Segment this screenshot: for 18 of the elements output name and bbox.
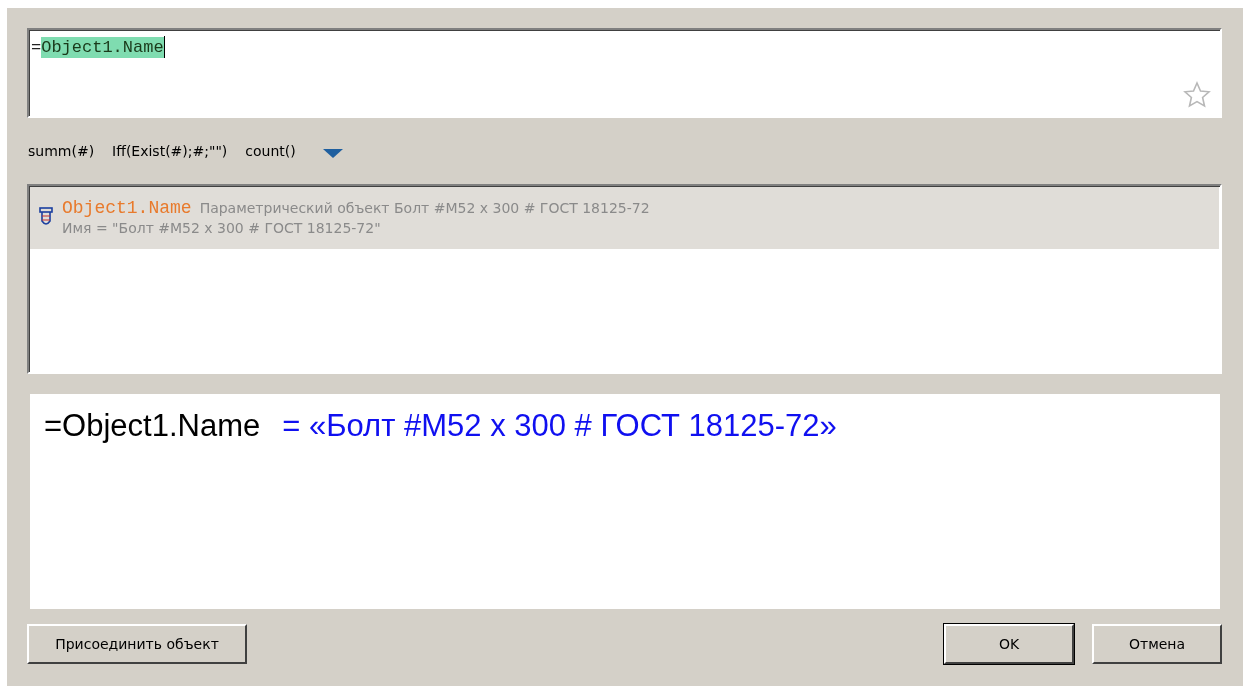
preview-result: = «Болт #M52 x 300 # ГОСТ 18125-72» — [282, 408, 837, 444]
dialog-button[interactable]: Присоединить объект — [27, 624, 247, 664]
object-value: Имя = "Болт #M52 x 300 # ГОСТ 18125-72" — [62, 220, 382, 236]
preview-expression: =Object1.Name — [44, 408, 261, 444]
dialog-button[interactable]: Отмена — [1092, 624, 1222, 664]
formula-prefix: = — [31, 37, 42, 57]
function-shortcut[interactable]: summ(#) — [28, 143, 95, 159]
dropdown-arrow-icon[interactable] — [321, 147, 344, 159]
dialog-button[interactable]: OK — [944, 624, 1074, 664]
function-shortcut[interactable]: count() — [245, 143, 296, 159]
bolt-icon — [38, 206, 54, 228]
object-description: Параметрический объект Болт #M52 x 300 # ГОСТ 18125-72 — [199, 200, 650, 216]
highlighted-formula-text: Object1.Name — [41, 36, 164, 58]
function-shortcut[interactable]: Iff(Exist(#);#;"") — [112, 143, 228, 159]
text-cursor — [163, 36, 165, 58]
object-name: Object1.Name — [62, 198, 192, 218]
star-icon[interactable] — [1182, 80, 1212, 110]
formula-field[interactable]: =Object1.Name — [27, 28, 1222, 118]
